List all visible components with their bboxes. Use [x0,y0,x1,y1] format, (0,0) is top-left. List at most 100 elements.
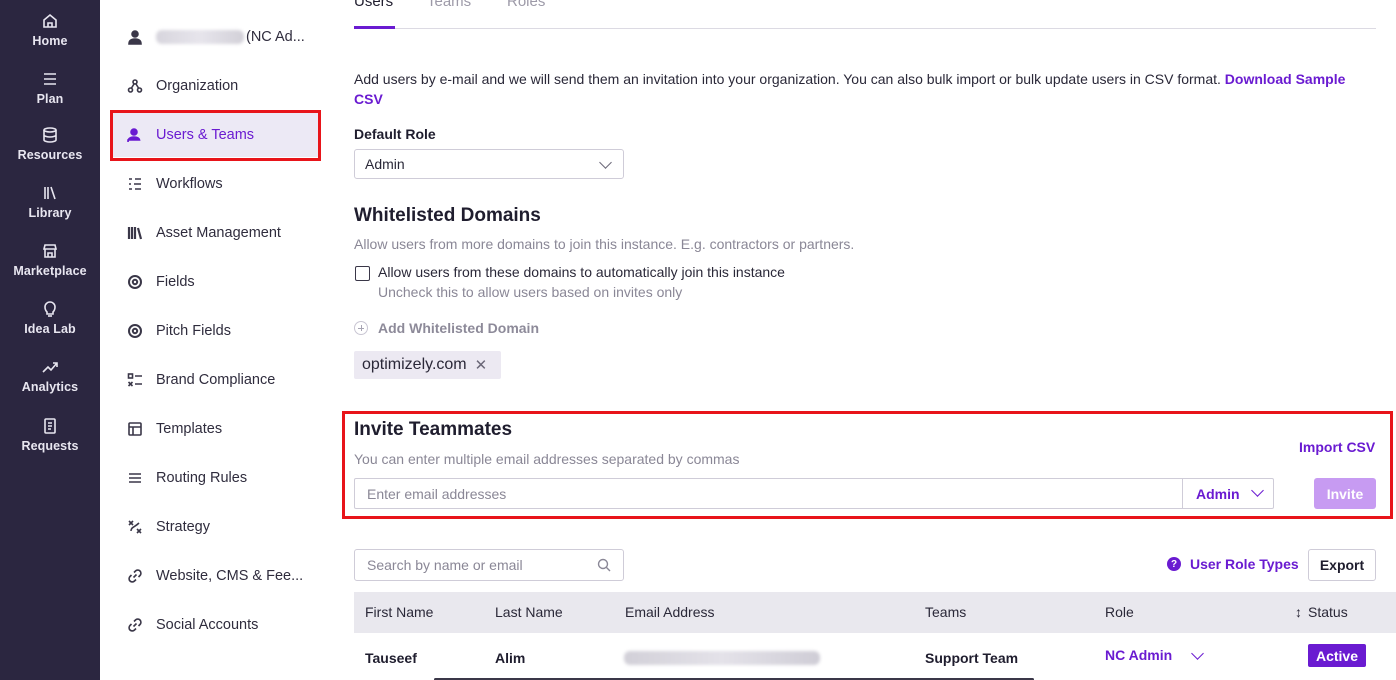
nav-library-label: Library [28,206,72,220]
email-input-placeholder: Enter email addresses [367,485,507,502]
sidebar-item-fields[interactable]: Fields [112,260,318,304]
export-button[interactable]: Export [1308,549,1376,581]
sidebar-item-workflows[interactable]: Workflows [112,162,318,206]
column-role[interactable]: Role [1105,604,1134,620]
sidebar-item-label: Workflows [156,176,223,192]
template-icon [126,420,144,438]
user-icon [126,28,144,46]
nav-home[interactable]: Home [0,12,100,62]
search-icon [597,558,611,575]
sidebar-item-social-accounts[interactable]: Social Accounts [112,603,318,647]
email-addresses-input[interactable]: Enter email addresses [354,478,1274,509]
tab-teams[interactable]: Teams [427,0,471,10]
nav-idea-lab[interactable]: Idea Lab [0,300,100,350]
tab-users[interactable]: Users [354,0,393,10]
default-role-select[interactable]: Admin [354,149,624,179]
list-icon [40,70,60,90]
whitelist-title: Whitelisted Domains [354,205,541,226]
invite-button[interactable]: Invite [1314,478,1376,509]
nav-idea-lab-label: Idea Lab [24,322,76,336]
row-role-value: NC Admin [1105,647,1173,663]
column-last-name[interactable]: Last Name [495,604,563,620]
sidebar-item-label: Brand Compliance [156,372,276,388]
sidebar-item-brand-compliance[interactable]: Brand Compliance [112,358,318,402]
column-status[interactable]: Status [1308,604,1348,620]
sidebar-user-label: (NC Ad... [246,29,305,45]
sidebar-item-pitch-fields[interactable]: Pitch Fields [112,309,318,353]
user-role-types-link[interactable]: ? User Role Types [1167,556,1299,572]
sidebar-item-label: Strategy [156,519,210,535]
user-search-input[interactable]: Search by name or email [354,549,624,581]
nav-plan[interactable]: Plan [0,70,100,120]
sidebar-item-asset-management[interactable]: Asset Management [112,211,318,255]
library-icon [40,184,60,204]
sidebar-user[interactable]: (NC Ad... [112,15,318,59]
document-icon [40,417,60,437]
add-whitelisted-domain-button[interactable]: Add Whitelisted Domain [354,318,539,338]
nav-requests-label: Requests [21,439,79,453]
link-icon [126,567,144,585]
users-settings-main: Users Teams Roles Add users by e-mail an… [354,0,1396,680]
import-csv-link[interactable]: Import CSV [1299,439,1375,455]
sidebar-item-routing-rules[interactable]: Routing Rules [112,456,318,500]
target-icon [126,273,144,291]
sidebar-item-strategy[interactable]: Strategy [112,505,318,549]
close-icon[interactable]: ✕ [475,356,488,374]
sidebar-item-organization[interactable]: Organization [112,64,318,108]
cell-last-name: Alim [495,650,526,666]
nav-resources-label: Resources [17,148,83,162]
chevron-down-icon [1191,647,1204,660]
nav-resources[interactable]: Resources [0,126,100,176]
domain-chip: optimizely.com ✕ [354,351,502,379]
intro-body: Add users by e-mail and we will send the… [354,71,1221,87]
column-email[interactable]: Email Address [625,604,714,620]
trend-icon [40,358,60,378]
add-domain-label: Add Whitelisted Domain [378,320,539,336]
lightbulb-icon [40,300,60,320]
cell-teams: Support Team [925,650,1019,666]
nav-marketplace[interactable]: Marketplace [0,242,100,292]
nav-analytics-label: Analytics [21,380,79,394]
books-icon [126,224,144,242]
auto-join-label: Allow users from these domains to automa… [378,264,785,280]
nav-library[interactable]: Library [0,184,100,234]
checklist-icon [126,371,144,389]
role-types-label: User Role Types [1190,556,1299,572]
active-tab-indicator [354,26,395,29]
column-teams[interactable]: Teams [925,604,966,620]
sidebar-item-website-cms[interactable]: Website, CMS & Fee... [112,554,318,598]
sidebar-item-users-teams[interactable]: Users & Teams [112,113,318,157]
invite-subtitle: You can enter multiple email addresses s… [354,451,740,467]
sidebar-item-label: Pitch Fields [156,323,231,339]
auto-join-checkbox[interactable] [355,266,370,281]
status-badge: Active [1308,644,1366,667]
sidebar-item-label: Routing Rules [156,470,248,486]
nav-requests[interactable]: Requests [0,417,100,467]
sidebar-item-label: Fields [156,274,195,290]
table-row[interactable]: Tauseef Alim Support Team NC Admin Activ… [354,633,1396,680]
chevron-down-icon [1251,484,1264,497]
intro-text: Add users by e-mail and we will send the… [354,69,1354,109]
user-add-icon [126,126,144,144]
search-placeholder: Search by name or email [367,557,523,573]
chevron-down-icon [599,156,612,169]
invite-role-select[interactable]: Admin [1182,478,1274,509]
sidebar-item-templates[interactable]: Templates [112,407,318,451]
blurred-user-name [156,30,244,44]
row-role-select[interactable]: NC Admin [1105,647,1204,663]
sort-icon[interactable]: ↕ [1295,604,1302,620]
target-icon [126,322,144,340]
workflow-icon [126,175,144,193]
nav-analytics[interactable]: Analytics [0,358,100,408]
column-first-name[interactable]: First Name [365,604,433,620]
sidebar-item-label: Website, CMS & Fee... [156,568,304,584]
invite-title: Invite Teammates [354,419,513,440]
auto-join-hint: Uncheck this to allow users based on inv… [378,284,683,300]
tab-roles[interactable]: Roles [507,0,545,10]
sidebar-item-label: Organization [156,78,239,94]
store-icon [40,242,60,262]
nav-plan-label: Plan [36,92,64,106]
home-icon [40,12,60,32]
sidebar-item-label: Asset Management [156,225,281,241]
domain-chip-label: optimizely.com [362,356,467,373]
